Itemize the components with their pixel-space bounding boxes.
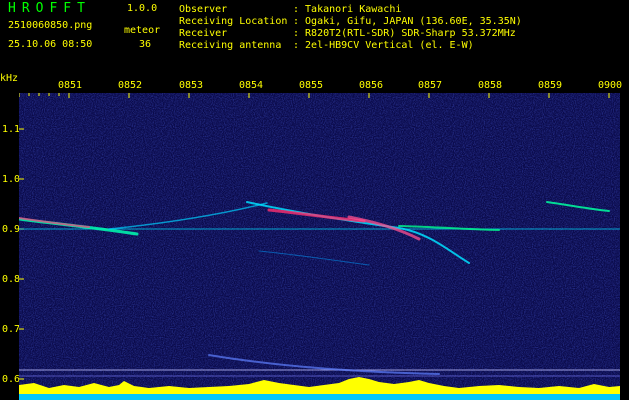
freq-label: 1.1 [2,124,21,135]
time-label: 0852 [118,80,143,91]
freq-label: 0.8 [2,274,21,285]
meteor-label: meteor [124,25,161,36]
time-label: 0855 [299,80,324,91]
time-label: 0900 [598,80,623,91]
time-label: 0854 [239,80,264,91]
spectrum-base [19,394,620,400]
info-value-observer: : Takanori Kawachi [293,4,402,15]
freq-label: 0.9 [2,224,21,235]
spectrogram-plot [19,93,620,400]
info-value-antenna: : 2el-HB9CV Vertical (el. E-W) [293,40,474,51]
freq-label: 1.0 [2,174,21,185]
time-label: 0851 [58,80,83,91]
freq-label: 0.7 [2,324,21,335]
header-panel: HROFFT 1.0.0 2510060850.png 25.10.06 08:… [0,0,629,74]
timestamp: 25.10.06 08:50 [8,39,93,50]
freq-label: 0.6 [2,374,21,385]
info-value-location: : Ogaki, Gifu, JAPAN (136.60E, 35.35N) [293,16,522,27]
spectrogram-svg [19,93,620,400]
info-key-receiver: Receiver [179,28,228,39]
meteor-count: 36 [139,39,152,50]
time-label: 0858 [478,80,503,91]
time-label: 0857 [418,80,443,91]
file-name: 2510060850.png [8,20,93,31]
info-value-receiver: : R820T2(RTL-SDR) SDR-Sharp 53.372MHz [293,28,516,39]
info-key-antenna: Receiving antenna [179,40,282,51]
info-key-location: Receiving Location [179,16,288,27]
app-version: 1.0.0 [127,3,158,14]
y-axis-unit: kHz [0,73,19,84]
info-key-observer: Observer [179,4,228,15]
app-name: HROFFT [8,1,91,16]
time-label: 0859 [538,80,563,91]
noise-background [19,93,620,400]
time-label: 0853 [179,80,204,91]
time-label: 0856 [359,80,384,91]
